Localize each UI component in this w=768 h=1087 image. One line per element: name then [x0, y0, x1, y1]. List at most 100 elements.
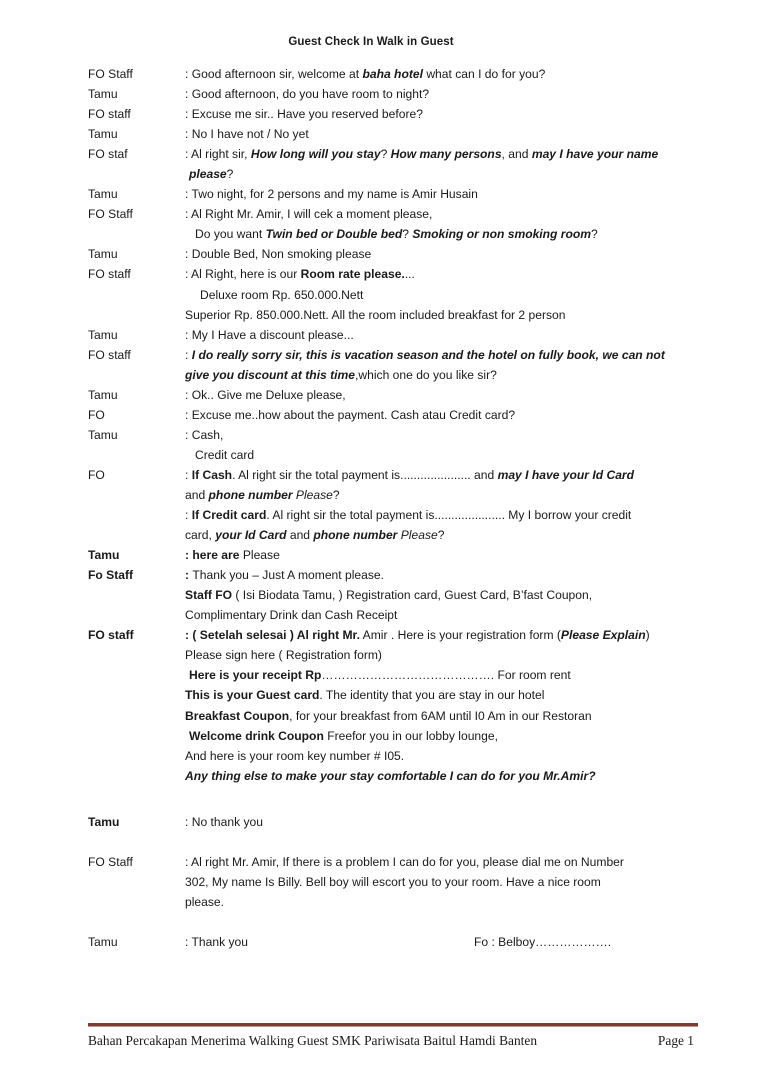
speaker-text: : Ok.. Give me Deluxe please, — [185, 385, 688, 405]
line: Do you want Twin bed or Double bed? Smok… — [185, 224, 688, 244]
dialogue-body: FO Staff : Good afternoon sir, welcome a… — [0, 64, 768, 952]
line: : Good afternoon, do you have room to ni… — [185, 87, 430, 102]
line: : Double Bed, Non smoking please — [185, 247, 372, 262]
speaker-label: FO Staff — [88, 207, 133, 222]
speaker-label: Tamu — [88, 934, 118, 949]
text-part: ,which one do you like sir? — [355, 367, 497, 382]
text-emphasis: Smoking or non smoking room — [412, 227, 592, 242]
speaker-text: : No I have not / No yet — [185, 124, 688, 144]
text-part: , and — [501, 147, 532, 162]
text-emphasis: Breakfast Coupon — [185, 708, 290, 723]
line: : No thank you — [185, 814, 263, 829]
line: : Al right Mr. Amir, If there is a probl… — [185, 854, 624, 869]
dialogue-row: FO staff : ( Setelah selesai ) Al right … — [88, 625, 688, 785]
speaker-label: Tamu — [88, 87, 118, 102]
speaker-label: Tamu — [88, 814, 120, 829]
line: and phone number Please? — [185, 485, 688, 505]
dialogue-row: Tamu : Two night, for 2 persons and my n… — [88, 184, 688, 204]
text-part: : — [185, 508, 192, 523]
line: Credit card — [195, 447, 255, 462]
text-emphasis: Please — [400, 528, 438, 543]
text-emphasis: phone number — [208, 487, 296, 502]
text-emphasis: Staff FO — [185, 588, 233, 603]
text-emphasis: please — [189, 167, 227, 182]
footer-divider — [88, 1023, 698, 1027]
dialogue-row: FO : If Cash. Al right sir the total pay… — [88, 465, 688, 545]
text-part: card, — [185, 528, 216, 543]
dialogue-row: FO staf : Al right sir, How long will yo… — [88, 144, 688, 184]
line: : Al Right, here is our Room rate please… — [185, 264, 688, 284]
dialogue-row: Fo Staff : Thank you – Just A moment ple… — [88, 565, 688, 625]
text-emphasis: How many persons — [390, 147, 502, 162]
line: 302, My name Is Billy. Bell boy will esc… — [185, 874, 601, 889]
text-emphasis: may I have your Id Card — [497, 467, 635, 482]
line: : Excuse me sir.. Have you reserved befo… — [185, 107, 423, 122]
speaker-label: Fo Staff — [88, 568, 134, 583]
line: : Thank you – Just A moment please. — [185, 565, 688, 585]
text-part: ) — [645, 628, 650, 643]
line: This is your Guest card. The identity th… — [185, 685, 688, 705]
text-part: : — [185, 467, 192, 482]
line: give you discount at this time,which one… — [185, 365, 688, 385]
speaker-text: : here are Please — [185, 545, 688, 565]
text-part: ( Isi Biodata Tamu, ) Registration card,… — [232, 588, 593, 603]
line: : Al right sir, How long will you stay? … — [185, 144, 688, 164]
line: Welcome drink Coupon Freefor you in our … — [185, 726, 688, 746]
line: Complimentary Drink dan Cash Receipt — [185, 608, 398, 623]
line: Staff FO ( Isi Biodata Tamu, ) Registrat… — [185, 585, 688, 605]
text-emphasis: How long will you stay — [250, 147, 381, 162]
speaker-text: : Al right Mr. Amir, If there is a probl… — [185, 852, 688, 912]
text-part: and — [185, 487, 209, 502]
text-part: what can I do for you? — [422, 67, 546, 81]
text-part: and — [286, 528, 314, 543]
speaker-text: : I do really sorry sir, this is vacatio… — [185, 345, 688, 385]
text-part: ……………………………………. — [321, 668, 495, 683]
text-part: Please — [239, 548, 280, 563]
line: Please sign here ( Registration form) — [185, 648, 382, 663]
line: : I do really sorry sir, this is vacatio… — [185, 345, 688, 365]
text-emphasis: Room rate please. — [300, 267, 405, 282]
speaker-text: : Thank you – Just A moment please. Staf… — [185, 565, 688, 625]
text-part: : — [185, 347, 192, 362]
line: : My I Have a discount please... — [185, 327, 354, 342]
dialogue-row: FO Staff : Good afternoon sir, welcome a… — [88, 64, 688, 84]
speaker-label: Tamu — [88, 427, 118, 442]
dialogue-row: FO Staff : Al Right Mr. Amir, I will cek… — [88, 204, 688, 244]
line: Here is your receipt Rp……………………………………. F… — [185, 665, 688, 685]
speaker-text: : Two night, for 2 persons and my name i… — [185, 184, 688, 204]
line: : Good afternoon sir, welcome at baha ho… — [185, 64, 688, 84]
speaker-text: : Good afternoon, do you have room to ni… — [185, 84, 688, 104]
text-emphasis: Please — [295, 487, 333, 502]
line: : Two night, for 2 persons and my name i… — [185, 187, 478, 202]
text-part: . Al right sir the total payment is.....… — [266, 508, 632, 523]
line: : No I have not / No yet — [185, 127, 309, 142]
speaker-text: : No thank you — [185, 812, 688, 832]
text-emphasis: baha hotel — [362, 67, 423, 81]
text-emphasis: give you discount at this time — [185, 367, 356, 382]
text-emphasis: Please Explain — [560, 628, 646, 643]
text-part: : Thank you — [185, 934, 248, 949]
text-part: For room rent — [494, 668, 571, 683]
speaker-text: : Al Right Mr. Amir, I will cek a moment… — [185, 204, 688, 244]
speaker-label: Tamu — [88, 548, 120, 563]
speaker-label: FO staff — [88, 107, 131, 122]
text-part: ? — [437, 528, 445, 543]
dialogue-row: Tamu : Ok.. Give me Deluxe please, — [88, 385, 688, 405]
dialogue-row: Tamu : Cash, Credit card — [88, 425, 688, 465]
line: card, your Id Card and phone number Plea… — [185, 525, 688, 545]
text-emphasis: Here is your receipt Rp — [189, 668, 322, 683]
dialogue-row: FO staff : Al Right, here is our Room ra… — [88, 264, 688, 324]
text-part: ... — [404, 267, 415, 282]
line: : Ok.. Give me Deluxe please, — [185, 387, 346, 402]
speaker-text: : If Cash. Al right sir the total paymen… — [185, 465, 688, 545]
line: Deluxe room Rp. 650.000.Nett — [200, 287, 364, 302]
line: Breakfast Coupon, for your breakfast fro… — [185, 706, 688, 726]
text-emphasis: phone number — [313, 528, 401, 543]
line: : here are Please — [185, 545, 688, 565]
line: : Cash, — [185, 427, 224, 442]
dialogue-row: Tamu : Double Bed, Non smoking please — [88, 244, 688, 264]
line: : Thank you Fo : Belboy………………. — [185, 932, 688, 952]
speaker-text: : Good afternoon sir, welcome at baha ho… — [185, 64, 688, 84]
speaker-label: FO Staff — [88, 67, 133, 81]
speaker-text: : Al right sir, How long will you stay? … — [185, 144, 688, 184]
